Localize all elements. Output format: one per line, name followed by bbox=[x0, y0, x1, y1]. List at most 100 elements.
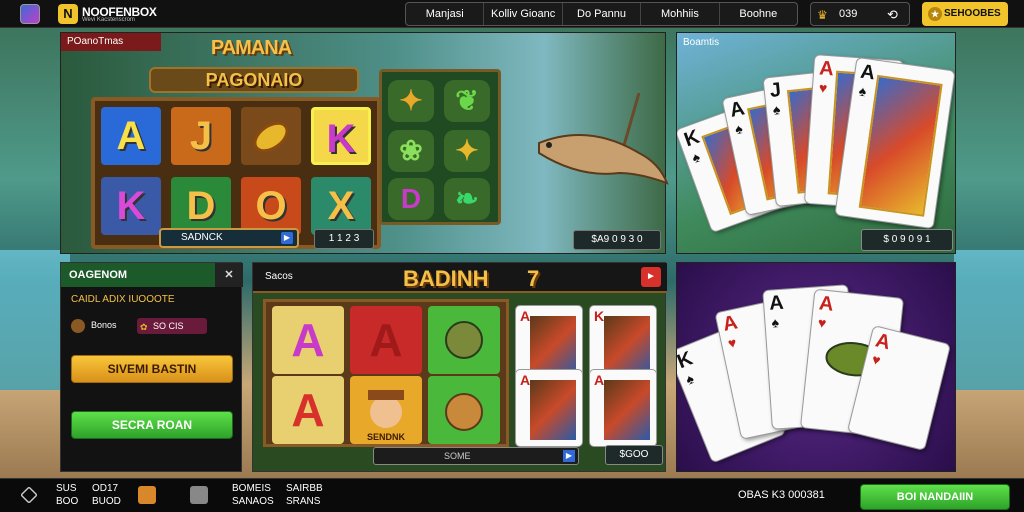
stat-3-top: BOMEIS bbox=[232, 483, 271, 494]
stat-3-bot: SANAOS bbox=[232, 496, 274, 507]
win-display-3: $ 0 9 0 9 1 bbox=[861, 229, 953, 251]
reel-symbol: X bbox=[311, 177, 371, 235]
reel-symbol: A bbox=[101, 107, 161, 165]
bonus-row[interactable]: Bonos ✿ SO CIS bbox=[71, 317, 241, 335]
card-game-panel-b[interactable]: Boamtis K ♠ A ♠ J ♠ A ♥ A ♠ $ 0 9 0 9 1 bbox=[676, 32, 956, 254]
win-display-2: $A9 0 9 3 0 bbox=[573, 230, 661, 250]
stat-2-top: OD17 bbox=[92, 483, 119, 494]
leaf-icon: ❦ bbox=[444, 80, 490, 122]
stat-4-top: SAIRBB bbox=[286, 483, 323, 494]
panel-d-header: Sacos BADINH 7 ► bbox=[253, 263, 667, 293]
coin-balance[interactable]: ♛ 039 ⟲ bbox=[810, 2, 910, 26]
stat-4-bot: SRANS bbox=[286, 496, 321, 507]
reel-symbol: K bbox=[311, 107, 371, 165]
badge-icon: ★ bbox=[928, 7, 942, 21]
bonus-badge: ✿ SO CIS bbox=[137, 318, 207, 334]
explorer-label: SENDNK bbox=[366, 432, 405, 442]
explorer-icon: SENDNK bbox=[350, 376, 422, 444]
reel-symbol: A bbox=[272, 306, 344, 374]
cabbage-icon: ❀ bbox=[388, 130, 434, 172]
gift-icon[interactable] bbox=[190, 486, 208, 504]
menu-icon[interactable] bbox=[20, 486, 38, 504]
slot-game-panel-a[interactable]: POanoTmas PAMANA PAGONAIO A J K K D O X … bbox=[60, 32, 669, 254]
stat-3: BOMEIS SANAOS bbox=[232, 482, 274, 508]
play-icon[interactable]: ▶ bbox=[563, 450, 575, 462]
green-action-button[interactable]: SECRA ROAN bbox=[71, 411, 233, 439]
reel-grid: A J K K D O X bbox=[91, 97, 381, 249]
card-game-panel-e[interactable]: K ♠ A ♥ A ♠ A ♥ A ♥ bbox=[676, 262, 956, 472]
tools-icon[interactable]: ✕ bbox=[215, 263, 243, 287]
top-cta-label: SEHOOBES bbox=[944, 8, 1001, 19]
top-bar: N NOOFENBOX Wevi Kacstenscrom Manjasi Ko… bbox=[0, 0, 1024, 28]
spin-bar-d[interactable]: SOME ▶ bbox=[373, 447, 579, 465]
nav-item-1[interactable]: Manjasi bbox=[406, 3, 485, 25]
spin-label: SADNCK bbox=[181, 232, 223, 243]
nav-item-5[interactable]: Boohne bbox=[720, 3, 797, 25]
app-icon[interactable] bbox=[20, 4, 40, 24]
stat-1-bot: BOO bbox=[56, 496, 79, 507]
win-display-d: $GOO bbox=[605, 445, 663, 465]
pepper-icon bbox=[253, 121, 289, 153]
chip-icon[interactable] bbox=[138, 486, 156, 504]
creature-icon bbox=[445, 393, 483, 431]
top-cta-button[interactable]: ★ SEHOOBES bbox=[922, 2, 1008, 26]
monkey-icon bbox=[445, 321, 483, 359]
stat-2: OD17 BUOD bbox=[92, 482, 121, 508]
reel-symbol: A bbox=[272, 376, 344, 444]
reel-symbol: D bbox=[171, 177, 231, 235]
side-menu-header: OAGENOM ✕ bbox=[61, 263, 243, 287]
cucumber-icon: ❧ bbox=[444, 178, 490, 220]
play-icon[interactable]: ▶ bbox=[281, 232, 293, 244]
balance-display: OBAS K3 000381 bbox=[738, 489, 825, 501]
reel-symbol-pepper bbox=[241, 107, 301, 165]
game-subtitle: PAGONAIO bbox=[149, 67, 359, 93]
reel-symbol: K bbox=[101, 177, 161, 235]
bottom-cta-button[interactable]: BOI NANDAIIN bbox=[860, 484, 1010, 510]
character-icon bbox=[428, 306, 500, 374]
stat-2-bot: BUOD bbox=[92, 496, 121, 507]
spin-bar[interactable]: SADNCK ▶ bbox=[159, 228, 299, 248]
logo[interactable]: N NOOFENBOX Wevi Kacstenscrom bbox=[58, 4, 170, 24]
refresh-icon[interactable]: ⟲ bbox=[887, 7, 898, 23]
coin-value: 039 bbox=[839, 8, 858, 20]
bonus-badge-label: SO CIS bbox=[153, 321, 184, 331]
monster-icon bbox=[428, 376, 500, 444]
panel-a-tag: POanoTmas bbox=[61, 33, 161, 51]
portrait-card: A bbox=[515, 369, 583, 447]
coin-icon: ♛ bbox=[817, 8, 828, 22]
bonus-icon bbox=[71, 319, 85, 333]
portrait-card: A bbox=[589, 369, 657, 447]
nav-item-2[interactable]: Kolliv Gioanc bbox=[484, 3, 563, 25]
panel-d-number: 7 bbox=[527, 266, 540, 291]
nav-item-4[interactable]: Mohhiis bbox=[641, 3, 720, 25]
win-display: 1 1 2 3 bbox=[314, 229, 374, 249]
playing-card: A ♠ bbox=[834, 56, 955, 230]
stat-1: SUS BOO bbox=[56, 482, 78, 508]
fish-icon bbox=[538, 93, 669, 185]
pepper-icon: ✦ bbox=[444, 130, 490, 172]
slot-game-panel-d[interactable]: Sacos BADINH 7 ► A A A SENDNK A K A A SO… bbox=[252, 262, 667, 472]
side-menu-label: CAIDL ADIX IUOOOTE bbox=[71, 294, 175, 305]
panel-b-tag: Boamtis bbox=[683, 37, 720, 48]
side-menu-panel: OAGENOM ✕ CAIDL ADIX IUOOOTE Bonos ✿ SO C… bbox=[60, 262, 243, 472]
reel-symbol: A bbox=[350, 306, 422, 374]
play-button[interactable]: ► bbox=[641, 267, 661, 287]
fruit-reel: ✦ ❦ ❀ ✦ D ❧ bbox=[379, 69, 501, 225]
game-title: PAMANA bbox=[210, 37, 292, 59]
side-menu-title: OAGENOM bbox=[69, 269, 128, 281]
nav-item-3[interactable]: Do Pannu bbox=[563, 3, 642, 25]
pepper-icon: ✦ bbox=[388, 80, 434, 122]
reel-symbol: J bbox=[171, 107, 231, 165]
bonus-text: Bonos bbox=[91, 320, 117, 330]
panel-d-title: BADINH bbox=[403, 266, 489, 291]
reel-symbol: O bbox=[241, 177, 301, 235]
stat-1-top: SUS bbox=[56, 483, 77, 494]
flower-icon: ✿ bbox=[140, 322, 148, 332]
yellow-action-button[interactable]: SIVEMI BASTIN bbox=[71, 355, 233, 383]
panel-d-tab[interactable]: Sacos bbox=[255, 267, 325, 287]
logo-mark: N bbox=[58, 4, 78, 24]
stat-4: SAIRBB SRANS bbox=[286, 482, 323, 508]
main-nav: Manjasi Kolliv Gioanc Do Pannu Mohhiis B… bbox=[405, 2, 798, 26]
logo-subtitle: Wevi Kacstenscrom bbox=[82, 17, 135, 23]
bottom-bar: SUS BOO OD17 BUOD BOMEIS SANAOS SAIRBB SRANS… bbox=[0, 478, 1024, 512]
